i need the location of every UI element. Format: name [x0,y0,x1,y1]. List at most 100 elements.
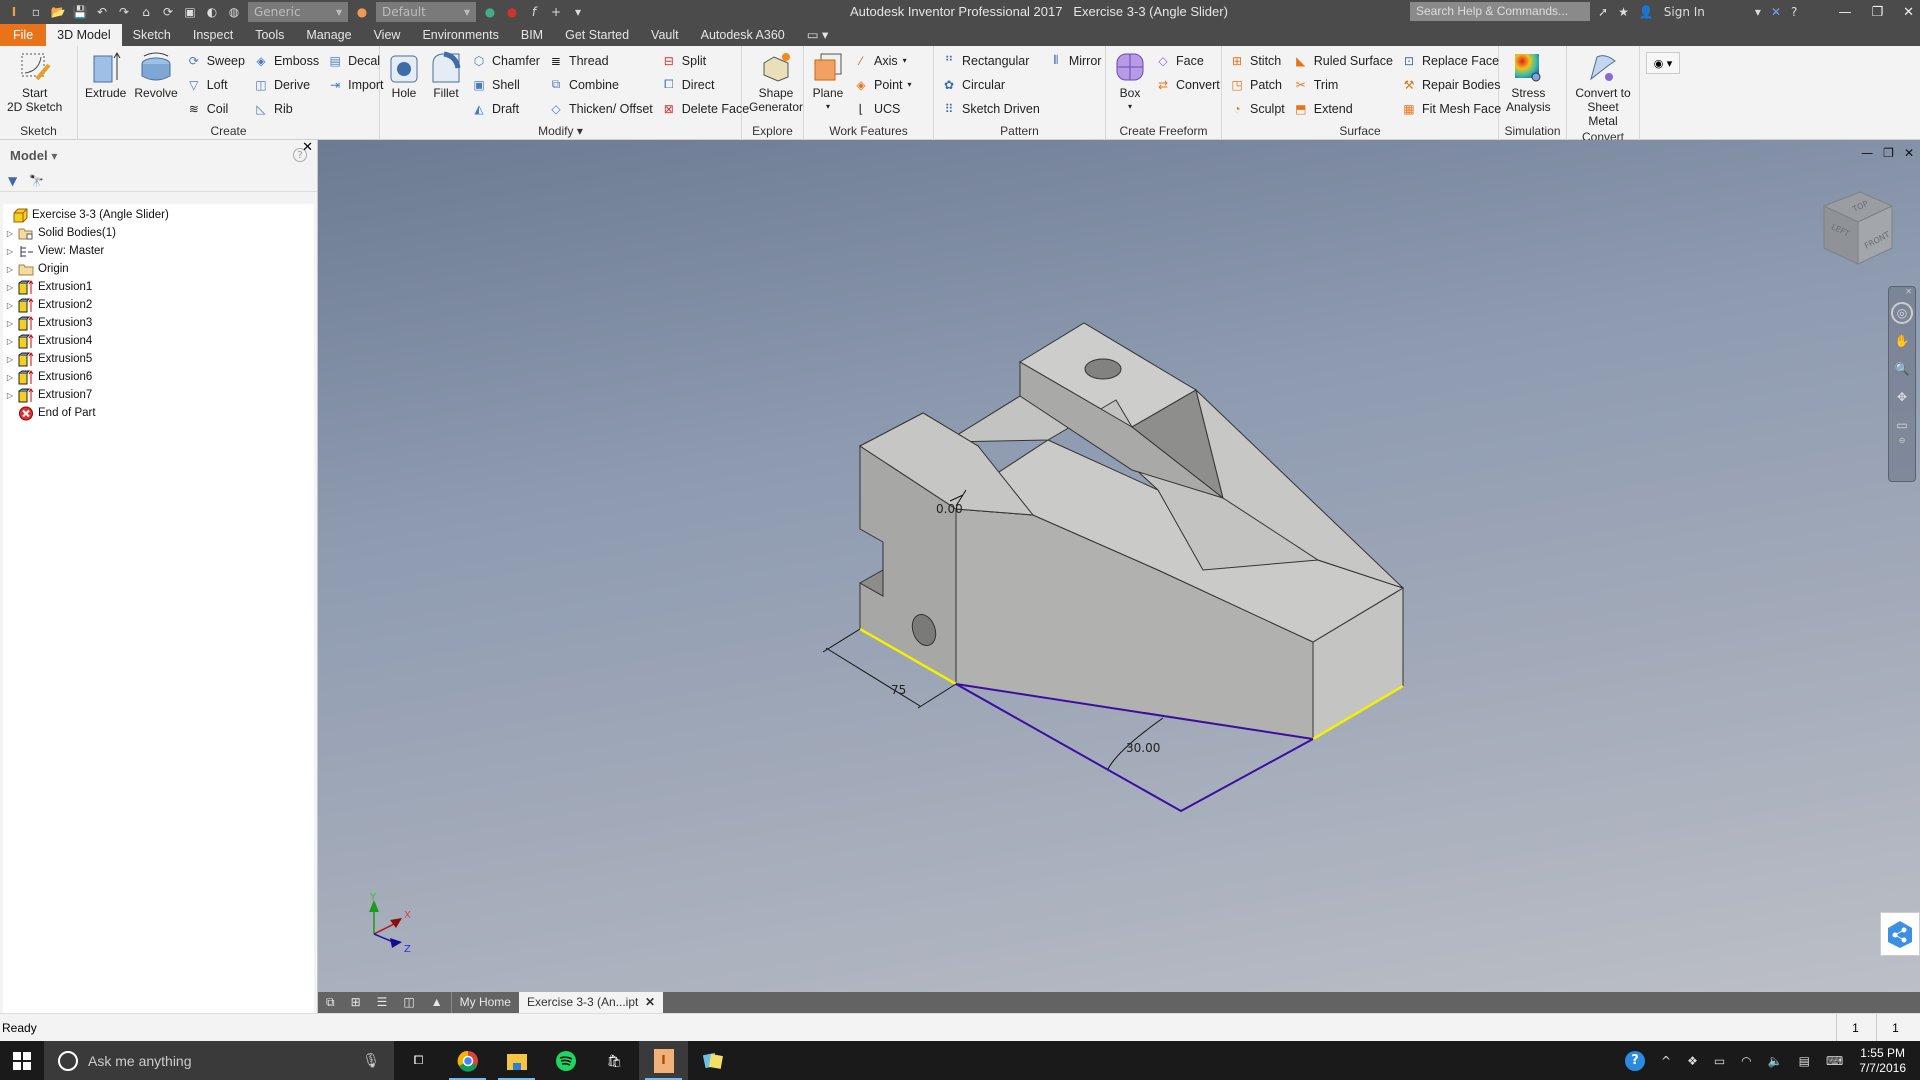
face-button[interactable]: ◇ Face [1155,50,1220,71]
combine-button[interactable]: ⧉ Combine [548,74,653,95]
task-view-icon[interactable]: ⧠ [394,1041,443,1080]
expand-arrow-icon[interactable]: ▷ [3,283,17,292]
thread-button[interactable]: ≣ Thread [548,50,653,71]
plus-icon[interactable]: + [548,4,564,20]
fit-mesh-face-button[interactable]: ▦ Fit Mesh Face [1401,98,1501,119]
tree-node[interactable]: ▷ Extrusion2 [3,296,314,314]
zoom-icon[interactable]: 🔍 [1891,358,1913,380]
tree-node[interactable]: ▷ Extrusion7 [3,386,314,404]
filter-icon[interactable]: ▼ [8,174,17,188]
help-tray-icon[interactable]: ? [1625,1050,1645,1071]
tab-inspect[interactable]: Inspect [182,24,244,46]
minimize-icon[interactable]: — [1861,146,1873,160]
expand-arrow-icon[interactable]: ▷ [3,355,17,364]
tile-windows-icon[interactable]: ⊞ [343,992,369,1013]
tab-sketch[interactable]: Sketch [122,24,182,46]
file-explorer-icon[interactable] [492,1041,541,1080]
browser-title-dropdown[interactable]: Model ▾ [10,148,57,163]
cascade-windows-icon[interactable]: ⧉ [318,992,343,1013]
tree-node[interactable]: ▷ View: Master [3,242,314,260]
tree-node[interactable]: ▷ Extrusion1 [3,278,314,296]
wifi-icon[interactable]: ◠ [1741,1054,1751,1068]
pointer-icon[interactable]: ➚ [1598,5,1608,19]
appearance-icon[interactable]: ● [354,4,370,20]
thicken-offset-button[interactable]: ◇ Thicken/ Offset [548,98,652,119]
repair-bodies-button[interactable]: ⚒ Repair Bodies [1401,74,1501,95]
split-button[interactable]: ⊟ Split [661,50,749,71]
steering-wheel-icon[interactable]: ◎ [1891,302,1913,324]
stitch-button[interactable]: ⊞ Stitch [1229,50,1285,71]
extend-button[interactable]: ⬒ Extend [1293,98,1393,119]
expand-arrow-icon[interactable]: ▷ [3,373,17,382]
tree-node[interactable]: ▷ Extrusion6 [3,368,314,386]
share-design-button[interactable] [1880,912,1920,956]
delete-face-button[interactable]: ⊠ Delete Face [661,98,749,119]
close-navbar-icon[interactable]: ✕ [1889,287,1915,296]
hole-button[interactable]: Hole [384,50,424,122]
open-documents-icon[interactable]: ▲ [423,992,451,1013]
restore-icon[interactable]: ❐ [1871,5,1883,20]
close-tab-icon[interactable]: ✕ [645,995,655,1009]
graphics-viewport[interactable]: 0.00 75 30.00 — ❐ ✕ TOP LEFT FRONT ✕ ◎ ✋… [318,140,1920,992]
chrome-icon[interactable] [443,1041,492,1080]
find-icon[interactable]: 🔭 [29,174,44,188]
derive-button[interactable]: ◫ Derive [253,74,319,95]
expand-arrow-icon[interactable]: ▷ [3,265,17,274]
plane-button[interactable]: Plane ▾ [808,50,848,122]
expand-arrow-icon[interactable]: ▷ [3,229,17,238]
clock[interactable]: 1:55 PM 7/7/2016 [1859,1046,1906,1076]
ucs-button[interactable]: ⌊ UCS [853,98,912,119]
tile-horizontal-icon[interactable]: ☰ [369,992,396,1013]
tab-my-home[interactable]: My Home [450,992,519,1013]
shape-generator-button[interactable]: Shape Generator [746,50,806,122]
convert-button[interactable]: ⇄ Convert [1155,74,1220,95]
undo-icon[interactable]: ↶ [94,4,110,20]
sticky-notes-icon[interactable] [688,1041,737,1080]
material-icon[interactable]: ◍ [226,4,242,20]
minimize-icon[interactable]: — [1838,5,1851,20]
restore-icon[interactable]: ❐ [1883,146,1894,160]
tab-get-started[interactable]: Get Started [554,24,640,46]
tile-vertical-icon[interactable]: ◫ [395,992,422,1013]
chamfer-button[interactable]: ⬡ Chamfer [471,50,540,71]
sculpt-button[interactable]: ◔ Sculpt [1229,98,1284,119]
shell-button[interactable]: ▣ Shell [471,74,540,95]
tree-node[interactable]: Exercise 3-3 (Angle Slider) [3,206,314,224]
extrude-button[interactable]: Extrude [82,50,129,122]
customize-icon[interactable]: ▾ [570,4,586,20]
start-button[interactable] [0,1041,44,1080]
import-button[interactable]: ⇥ Import [327,74,383,95]
expand-arrow-icon[interactable]: ▷ [3,301,17,310]
expand-arrow-icon[interactable]: ▷ [3,247,17,256]
tab-manage[interactable]: Manage [295,24,362,46]
emboss-button[interactable]: ◈ Emboss [253,50,319,71]
part-model[interactable]: 0.00 75 30.00 [318,140,1920,992]
circular-pattern-button[interactable]: ✿ Circular [941,74,1040,95]
clear-appearance-icon[interactable]: ● [504,4,520,20]
tab-bim[interactable]: BIM [510,24,554,46]
tab-autodesk-a360[interactable]: Autodesk A360 [690,24,796,46]
stress-analysis-button[interactable]: Stress Analysis [1503,50,1554,122]
inventor-logo-icon[interactable]: I [6,4,22,20]
close-icon[interactable]: ✕ [1903,5,1914,20]
favorites-icon[interactable]: ★ [1618,5,1629,19]
material-select[interactable]: Generic ▾ [248,2,348,22]
dimension-angle-top[interactable]: 0.00 [936,502,963,516]
direct-button[interactable]: ⧠ Direct [661,74,749,95]
microphone-icon[interactable]: 🎙 [362,1052,394,1069]
axis-button[interactable]: ⁄ Axis ▾ [853,50,912,71]
pan-icon[interactable]: ✋ [1891,330,1913,352]
panel-title[interactable]: Modify ▾ [380,122,741,140]
volume-icon[interactable]: 🔈 [1768,1054,1783,1068]
user-icon[interactable]: 👤 [1639,5,1654,19]
save-icon[interactable]: 💾 [72,4,88,20]
inventor-taskbar-icon[interactable]: I [639,1041,688,1080]
viewcube[interactable]: TOP LEFT FRONT [1820,188,1898,272]
chevron-down-icon[interactable]: ▾ [1755,5,1761,19]
dropbox-icon[interactable]: ❖ [1687,1054,1698,1068]
update-icon[interactable]: ⟳ [160,4,176,20]
tab-active-document[interactable]: Exercise 3-3 (An...ipt ✕ [518,992,664,1013]
tree-node[interactable]: End of Part [3,404,314,422]
customize-navbar-icon[interactable]: ⊖ [1889,436,1915,445]
battery-icon[interactable]: ▭ [1714,1054,1725,1068]
